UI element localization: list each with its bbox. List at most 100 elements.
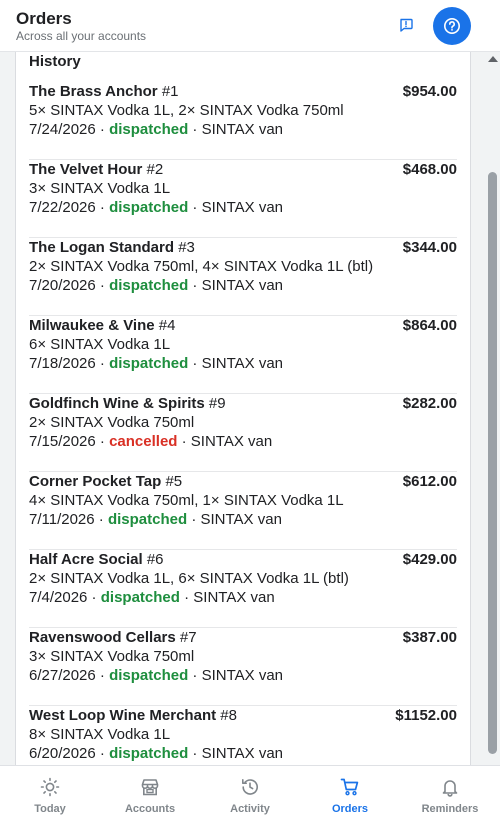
order-number: #9 (208, 395, 226, 412)
order-amount: $344.00 (402, 239, 457, 256)
order-items: 5× SINTAX Vodka 1L, 2× SINTAX Vodka 750m… (29, 102, 344, 119)
order-date: 7/20/2026 (29, 277, 96, 294)
order-row[interactable]: The Velvet Hour #2 $468.00 3× SINTAX Vodka… (29, 160, 457, 238)
order-row[interactable]: The Brass Anchor #1 $954.00 5× SINTAX Vodk… (29, 82, 457, 160)
order-carrier: SINTAX van (201, 121, 284, 138)
order-number: #2 (146, 161, 164, 178)
order-date: 7/18/2026 (29, 355, 96, 372)
tab-accounts-label: Accounts (124, 803, 176, 815)
tab-orders-label: Orders (331, 803, 369, 815)
order-title: Ravenswood Cellars #7 (29, 629, 197, 646)
order-number: #6 (146, 551, 164, 568)
scrollbar[interactable] (486, 52, 500, 765)
help-icon (444, 18, 460, 34)
order-carrier: SINTAX van (201, 199, 284, 216)
order-account-name: The Logan Standard (29, 239, 175, 256)
scrollbar-thumb[interactable] (488, 172, 497, 754)
status-badge: dispatched (109, 121, 189, 138)
order-title: Milwaukee & Vine #4 (29, 317, 175, 334)
order-meta: 7/22/2026 · dispatched · SINTAX van (29, 199, 284, 216)
order-account-name: The Brass Anchor (29, 83, 158, 100)
cart-icon (339, 776, 361, 798)
order-account-name: Half Acre Social (29, 551, 143, 568)
feedback-icon (400, 18, 413, 32)
order-row[interactable]: West Loop Wine Merchant #8 $1152.00 8× SIN… (29, 706, 457, 765)
bottom-tab-bar: Today Accounts Activity Orders Reminders (0, 765, 500, 823)
tab-activity[interactable]: Activity (200, 766, 300, 823)
order-amount: $282.00 (402, 395, 457, 412)
tab-activity-label: Activity (230, 803, 270, 815)
tab-reminders[interactable]: Reminders (400, 766, 500, 823)
order-meta: 7/20/2026 · dispatched · SINTAX van (29, 277, 284, 294)
tab-orders[interactable]: Orders (300, 766, 400, 823)
orders-screen: Orders Across all your accounts History … (0, 0, 500, 823)
page-title: Orders (16, 9, 72, 28)
order-items: 8× SINTAX Vodka 1L (29, 726, 171, 743)
order-carrier: SINTAX van (201, 355, 284, 372)
order-date: 7/4/2026 (29, 589, 88, 606)
order-date: 6/20/2026 (29, 745, 96, 762)
feedback-button[interactable] (394, 13, 418, 37)
order-row[interactable]: Half Acre Social #6 $429.00 2× SINTAX Vodk… (29, 550, 457, 628)
tab-today[interactable]: Today (0, 766, 100, 823)
order-amount: $429.00 (402, 551, 457, 568)
order-row[interactable]: The Logan Standard #3 $344.00 2× SINTAX Vo… (29, 238, 457, 316)
order-amount: $1152.00 (395, 707, 457, 724)
page-subtitle: Across all your accounts (16, 29, 147, 43)
order-carrier: SINTAX van (190, 433, 273, 450)
order-number: #1 (161, 83, 179, 100)
order-amount: $612.00 (402, 473, 457, 490)
order-row[interactable]: Milwaukee & Vine #4 $864.00 6× SINTAX Vodk… (29, 316, 457, 394)
order-number: #4 (158, 317, 176, 334)
order-row[interactable]: Ravenswood Cellars #7 $387.00 3× SINTAX Vo… (29, 628, 457, 706)
order-amount: $954.00 (402, 83, 457, 100)
order-carrier: SINTAX van (201, 745, 284, 762)
sun-icon (39, 776, 61, 798)
order-date: 7/11/2026 (29, 511, 95, 528)
order-amount: $468.00 (402, 161, 457, 178)
order-date: 7/15/2026 (29, 433, 96, 450)
order-title: Corner Pocket Tap #5 (29, 473, 182, 490)
order-row[interactable]: Goldfinch Wine & Spirits #9 $282.00 2× SIN… (29, 394, 457, 472)
order-carrier: SINTAX van (200, 511, 282, 528)
order-meta: 7/4/2026 · dispatched · SINTAX van (29, 589, 275, 606)
order-date: 7/24/2026 (29, 121, 96, 138)
order-amount: $387.00 (402, 629, 457, 646)
order-account-name: Ravenswood Cellars (29, 629, 176, 646)
order-items: 2× SINTAX Vodka 1L, 6× SINTAX Vodka 1L (… (29, 570, 349, 587)
status-badge: dispatched (109, 355, 189, 372)
order-account-name: The Velvet Hour (29, 161, 143, 178)
tab-accounts[interactable]: Accounts (100, 766, 200, 823)
order-meta: 6/20/2026 · dispatched · SINTAX van (29, 745, 284, 762)
history-heading: History (29, 53, 81, 70)
help-button[interactable] (433, 7, 471, 45)
tab-today-label: Today (34, 803, 66, 815)
order-title: Goldfinch Wine & Spirits #9 (29, 395, 226, 412)
order-amount: $864.00 (402, 317, 457, 334)
status-badge: dispatched (109, 745, 189, 762)
orders-scroll-area[interactable]: History The Brass Anchor #1 $954.00 5× SIN… (0, 52, 500, 765)
order-carrier: SINTAX van (193, 589, 275, 606)
status-badge: dispatched (109, 277, 189, 294)
order-meta: 7/15/2026 · cancelled · SINTAX van (29, 433, 273, 450)
order-items: 3× SINTAX Vodka 1L (29, 180, 171, 197)
status-badge: dispatched (107, 511, 188, 528)
order-number: #7 (179, 629, 197, 646)
order-items: 2× SINTAX Vodka 750ml, 4× SINTAX Vodka 1… (29, 258, 374, 275)
order-account-name: Goldfinch Wine & Spirits (29, 395, 205, 412)
order-account-name: Corner Pocket Tap (29, 473, 162, 490)
bell-icon (439, 776, 461, 798)
status-badge: cancelled (109, 433, 178, 450)
order-meta: 7/24/2026 · dispatched · SINTAX van (29, 121, 284, 138)
status-badge: dispatched (100, 589, 180, 606)
order-carrier: SINTAX van (201, 667, 284, 684)
order-carrier: SINTAX van (201, 277, 284, 294)
store-icon (139, 776, 161, 798)
order-items: 2× SINTAX Vodka 750ml (29, 414, 195, 431)
scroll-up-arrow-icon[interactable] (488, 56, 498, 62)
status-badge: dispatched (109, 667, 189, 684)
history-icon (239, 776, 261, 798)
order-row[interactable]: Corner Pocket Tap #5 $612.00 4× SINTAX Vod… (29, 472, 457, 550)
order-date: 6/27/2026 (29, 667, 96, 684)
order-items: 4× SINTAX Vodka 750ml, 1× SINTAX Vodka 1… (29, 492, 344, 509)
